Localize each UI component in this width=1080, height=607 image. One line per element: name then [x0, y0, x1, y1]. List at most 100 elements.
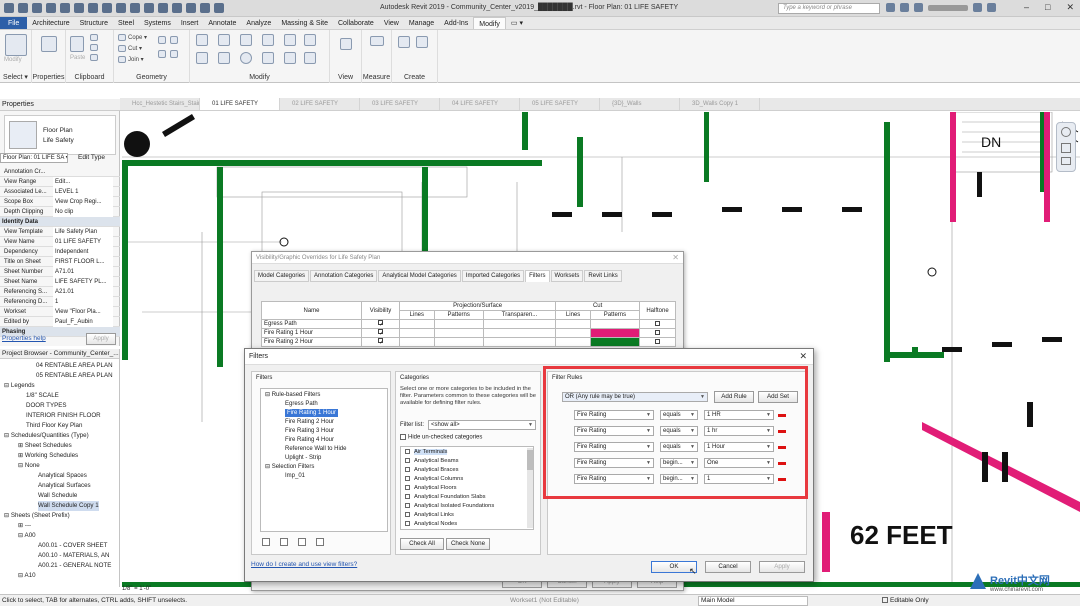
maximize-button[interactable]: □ [1045, 2, 1050, 13]
category-item[interactable]: Analytical Nodes [405, 520, 457, 529]
paint-icon[interactable] [158, 50, 166, 58]
browser-item[interactable]: Wall Schedule [38, 491, 77, 501]
browser-item[interactable]: ⊞ Sheet Schedules [18, 441, 72, 451]
property-value[interactable]: LEVEL 1 [53, 187, 113, 197]
property-row[interactable]: Workset View "Floor Pla... [0, 307, 120, 317]
tab-annotate[interactable]: Annotate [203, 17, 241, 29]
mirror-draw-icon[interactable] [262, 34, 274, 46]
browser-item[interactable]: ⊟ None [18, 461, 40, 471]
vg-close-icon[interactable]: ✕ [672, 253, 679, 262]
category-checkbox[interactable] [405, 493, 410, 499]
create-parts-icon[interactable] [398, 36, 410, 48]
visibility-checkbox[interactable]: ✓ [378, 329, 384, 337]
view-scale[interactable]: 1/8" = 1'-0" [122, 586, 151, 592]
close-icon[interactable]: ✕ [799, 351, 807, 362]
property-row[interactable]: View Template Life Safety Plan [0, 227, 120, 237]
properties-icon[interactable] [41, 36, 57, 52]
cope-icon[interactable] [118, 34, 126, 41]
category-checkbox[interactable] [405, 457, 410, 463]
workset-status[interactable]: Workset1 (Not Editable) [510, 595, 579, 607]
vg-tab-annotation[interactable]: Annotation Categories [310, 270, 378, 282]
browser-item[interactable]: Analytical Surfaces [38, 481, 91, 491]
thin-lines-icon[interactable] [172, 3, 182, 13]
filter-tree-item[interactable]: ⊟ Selection Filters [265, 463, 314, 471]
filter-tree-item[interactable]: ⊟ Rule-based Filters [265, 391, 320, 399]
tab-structure[interactable]: Structure [75, 17, 113, 29]
filter-tree-item[interactable]: Fire Rating 4 Hour [285, 436, 334, 444]
rule-operator-select[interactable]: begin... ▼ [660, 458, 698, 468]
category-item[interactable]: Analytical Braces [405, 466, 458, 475]
category-item[interactable]: Analytical Isolated Foundations [405, 502, 494, 511]
properties-help-link[interactable]: Properties help [2, 335, 46, 342]
edit-type-button[interactable]: Edit Type [78, 153, 105, 163]
rule-operator-select[interactable]: equals ▼ [660, 426, 698, 436]
editable-only-toggle[interactable]: Editable Only [882, 595, 929, 607]
category-checkbox[interactable] [405, 448, 410, 454]
text-icon[interactable] [130, 3, 140, 13]
split-icon[interactable] [284, 34, 296, 46]
paste-icon[interactable] [70, 36, 84, 52]
search-icon[interactable] [886, 3, 895, 12]
customize-qat-icon[interactable] [214, 3, 224, 13]
browser-item[interactable]: Third Floor Key Plan [26, 421, 82, 431]
filter-tree-item[interactable]: Egress Path [285, 400, 318, 408]
add-rule-button[interactable]: Add Rule [714, 391, 754, 403]
zoom-extents-icon[interactable] [1061, 157, 1071, 165]
rule-parameter-select[interactable]: Fire Rating ▼ [574, 458, 654, 468]
property-row[interactable]: Scope Box View Crop Regi... [0, 197, 120, 207]
rule-parameter-select[interactable]: Fire Rating ▼ [574, 410, 654, 420]
property-group-header[interactable]: Identity Data [0, 217, 120, 227]
category-checkbox[interactable] [405, 484, 410, 490]
cart-icon[interactable] [973, 3, 982, 12]
browser-item[interactable]: 1/8" SCALE [26, 391, 59, 401]
property-value[interactable]: View Crop Regi... [53, 197, 113, 207]
cope-label[interactable]: Cope ▾ [128, 34, 147, 41]
cut-icon[interactable] [90, 34, 98, 41]
doc-tab[interactable]: 02 LIFE SAFETY [280, 98, 360, 110]
browser-item[interactable]: INTERIOR FINISH FLOOR [26, 411, 101, 421]
visibility-checkbox[interactable]: ✓ [378, 338, 384, 346]
visibility-checkbox[interactable]: ✓ [378, 320, 384, 328]
pin-icon[interactable] [304, 34, 316, 46]
cut-pattern-swatch[interactable] [589, 337, 641, 347]
print-icon[interactable] [88, 3, 98, 13]
match-type-icon[interactable] [90, 54, 98, 61]
category-item[interactable]: Analytical Floors [405, 484, 457, 493]
property-row[interactable]: Sheet Name LIFE SAFETY PL... [0, 277, 120, 287]
user-icon[interactable] [914, 3, 923, 12]
filter-tree-item[interactable]: Fire Rating 3 Hour [285, 427, 334, 435]
undo-icon[interactable] [60, 3, 70, 13]
filters-help-link[interactable]: How do I create and use view filters? [251, 561, 357, 568]
check-all-button[interactable]: Check All [400, 538, 444, 550]
doc-tab[interactable]: 05 LIFE SAFETY [520, 98, 600, 110]
filter-tree-item[interactable]: Imp_01 [285, 472, 305, 480]
type-selector[interactable]: Floor Plan Life Safety [4, 115, 116, 155]
tab-contextual-toggle[interactable]: ▭ ▾ [506, 17, 528, 29]
tab-manage[interactable]: Manage [404, 17, 439, 29]
apply-button[interactable]: Apply [759, 561, 805, 573]
browser-item[interactable]: A00.10 - MATERIALS, AN [38, 551, 109, 561]
halftone-checkbox[interactable] [655, 338, 660, 344]
hide-unchecked-option[interactable]: Hide un-checked categories [400, 434, 482, 441]
property-value[interactable]: A21.01 [53, 287, 113, 297]
subscription-icon[interactable] [900, 3, 909, 12]
instance-selector[interactable]: Floor Plan: 01 LIFE SA ▾ [0, 153, 68, 163]
design-option-select[interactable]: Main Model [698, 596, 808, 606]
vg-tab-model[interactable]: Model Categories [254, 270, 310, 282]
property-value[interactable]: Life Safety Plan [53, 227, 113, 237]
category-checkbox[interactable] [405, 475, 410, 481]
property-value[interactable]: Edit... [53, 177, 113, 187]
rule-parameter-select[interactable]: Fire Rating ▼ [574, 474, 654, 484]
browser-item[interactable]: 04 RENTABLE AREA PLAN [36, 361, 113, 371]
new-filter-icon[interactable] [262, 538, 270, 546]
tab-collaborate[interactable]: Collaborate [333, 17, 379, 29]
browser-item[interactable]: ⊞ Working Schedules [18, 451, 78, 461]
revit-logo-icon[interactable] [4, 3, 14, 13]
apply-button[interactable]: Apply [86, 333, 116, 345]
rotate-icon[interactable] [240, 52, 252, 64]
tab-view[interactable]: View [379, 17, 404, 29]
navigation-bar[interactable] [1056, 122, 1076, 172]
doc-tab[interactable]: Hcc_Hestetic Stairs_Stair... [120, 98, 200, 110]
halftone-checkbox[interactable] [655, 329, 660, 335]
3d-view-icon[interactable] [144, 3, 154, 13]
